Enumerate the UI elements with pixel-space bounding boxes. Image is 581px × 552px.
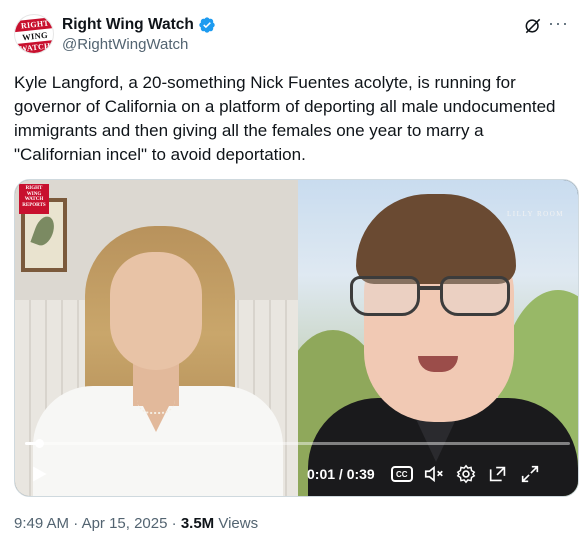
pip-icon[interactable] <box>487 463 509 485</box>
grok-icon[interactable] <box>523 16 543 36</box>
display-name-text: Right Wing Watch <box>62 16 194 33</box>
captions-icon[interactable]: CC <box>390 463 413 485</box>
meta-separator: · <box>73 515 79 532</box>
avatar[interactable]: RIGHT WING WATCH <box>14 14 54 54</box>
tweet-date[interactable]: Apr 15, 2025 <box>82 515 168 532</box>
meta-separator: · <box>171 515 177 532</box>
watermark-lilly-room: LILLY ROOM <box>506 210 564 218</box>
author-display-name[interactable]: Right Wing Watch <box>62 15 216 35</box>
woman-face <box>110 252 202 370</box>
video-right-pane: LILLY ROOM <box>298 180 578 496</box>
fullscreen-icon[interactable] <box>519 463 541 485</box>
mute-icon[interactable] <box>423 463 445 485</box>
rww-reports-logo: RIGHT WING WATCH REPORTS <box>19 184 49 214</box>
video-progress-bar[interactable] <box>25 439 570 448</box>
tweet-header: RIGHT WING WATCH Right Wing Watch @Right… <box>14 14 569 58</box>
video-time: 0:01 / 0:39 <box>307 466 375 482</box>
settings-icon[interactable] <box>455 463 477 485</box>
play-icon[interactable] <box>29 464 49 484</box>
tweet-meta: 9:49 AM · Apr 15, 2025 · 3.5M Views <box>14 514 258 534</box>
tweet-text: Kyle Langford, a 20-something Nick Fuent… <box>14 73 556 164</box>
verified-badge-icon <box>199 17 215 33</box>
glasses <box>350 276 520 320</box>
author-handle[interactable]: @RightWingWatch <box>62 35 216 55</box>
video-left-pane: RIGHT WING WATCH REPORTS <box>15 180 298 496</box>
author-names: Right Wing Watch @RightWingWatch <box>62 15 216 55</box>
views-count: 3.5M <box>180 515 215 532</box>
more-options-icon[interactable]: ··· <box>548 14 569 32</box>
tweet-time[interactable]: 9:49 AM <box>14 515 69 532</box>
video-player[interactable]: RIGHT WING WATCH REPORTS LILLY ROOM 0:01 / … <box>14 179 579 497</box>
video-controls: 0:01 / 0:39 CC <box>307 460 541 488</box>
views-label: Views <box>218 515 259 532</box>
